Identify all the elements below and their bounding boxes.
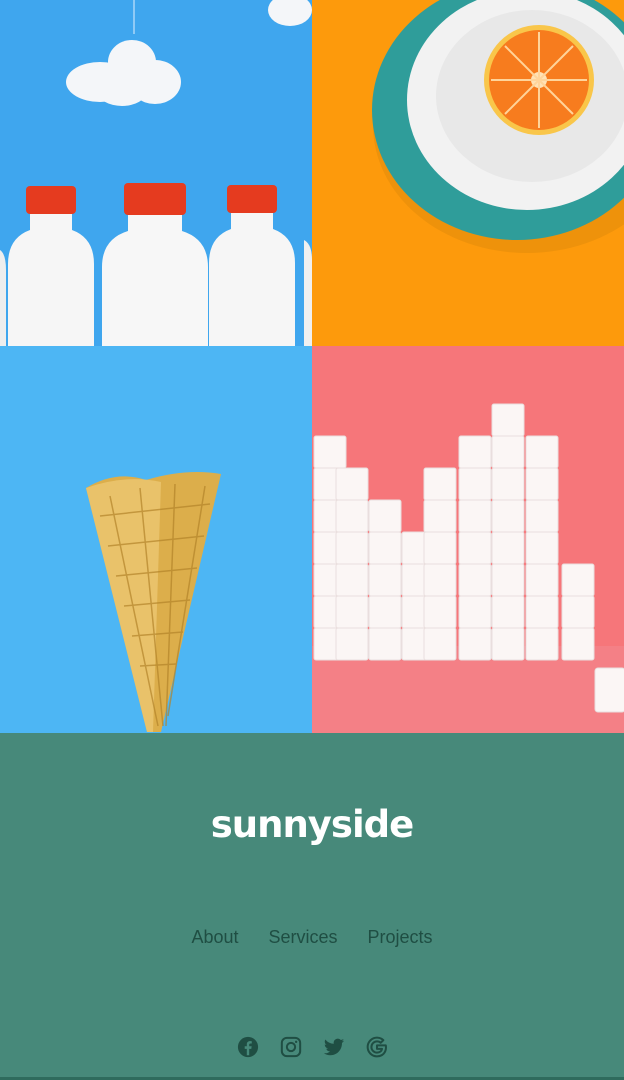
gallery-image-sugar-cubes — [312, 346, 624, 733]
footer-nav-services[interactable]: Services — [268, 927, 337, 948]
site-footer: sunnyside About Services Projects — [0, 733, 624, 1080]
gallery-image-milk-bottles — [0, 0, 312, 346]
facebook-icon[interactable] — [237, 1036, 259, 1060]
instagram-icon[interactable] — [280, 1036, 302, 1060]
gallery-image-ice-cream-cone — [0, 346, 312, 733]
footer-nav-about[interactable]: About — [191, 927, 238, 948]
footer-nav: About Services Projects — [0, 927, 624, 948]
photo-gallery — [0, 0, 624, 733]
google-icon[interactable] — [366, 1036, 388, 1060]
social-links — [0, 1036, 624, 1060]
gallery-image-orange — [312, 0, 624, 346]
twitter-icon[interactable] — [323, 1036, 345, 1060]
brand-logo[interactable]: sunnyside — [0, 803, 624, 846]
footer-nav-projects[interactable]: Projects — [368, 927, 433, 948]
